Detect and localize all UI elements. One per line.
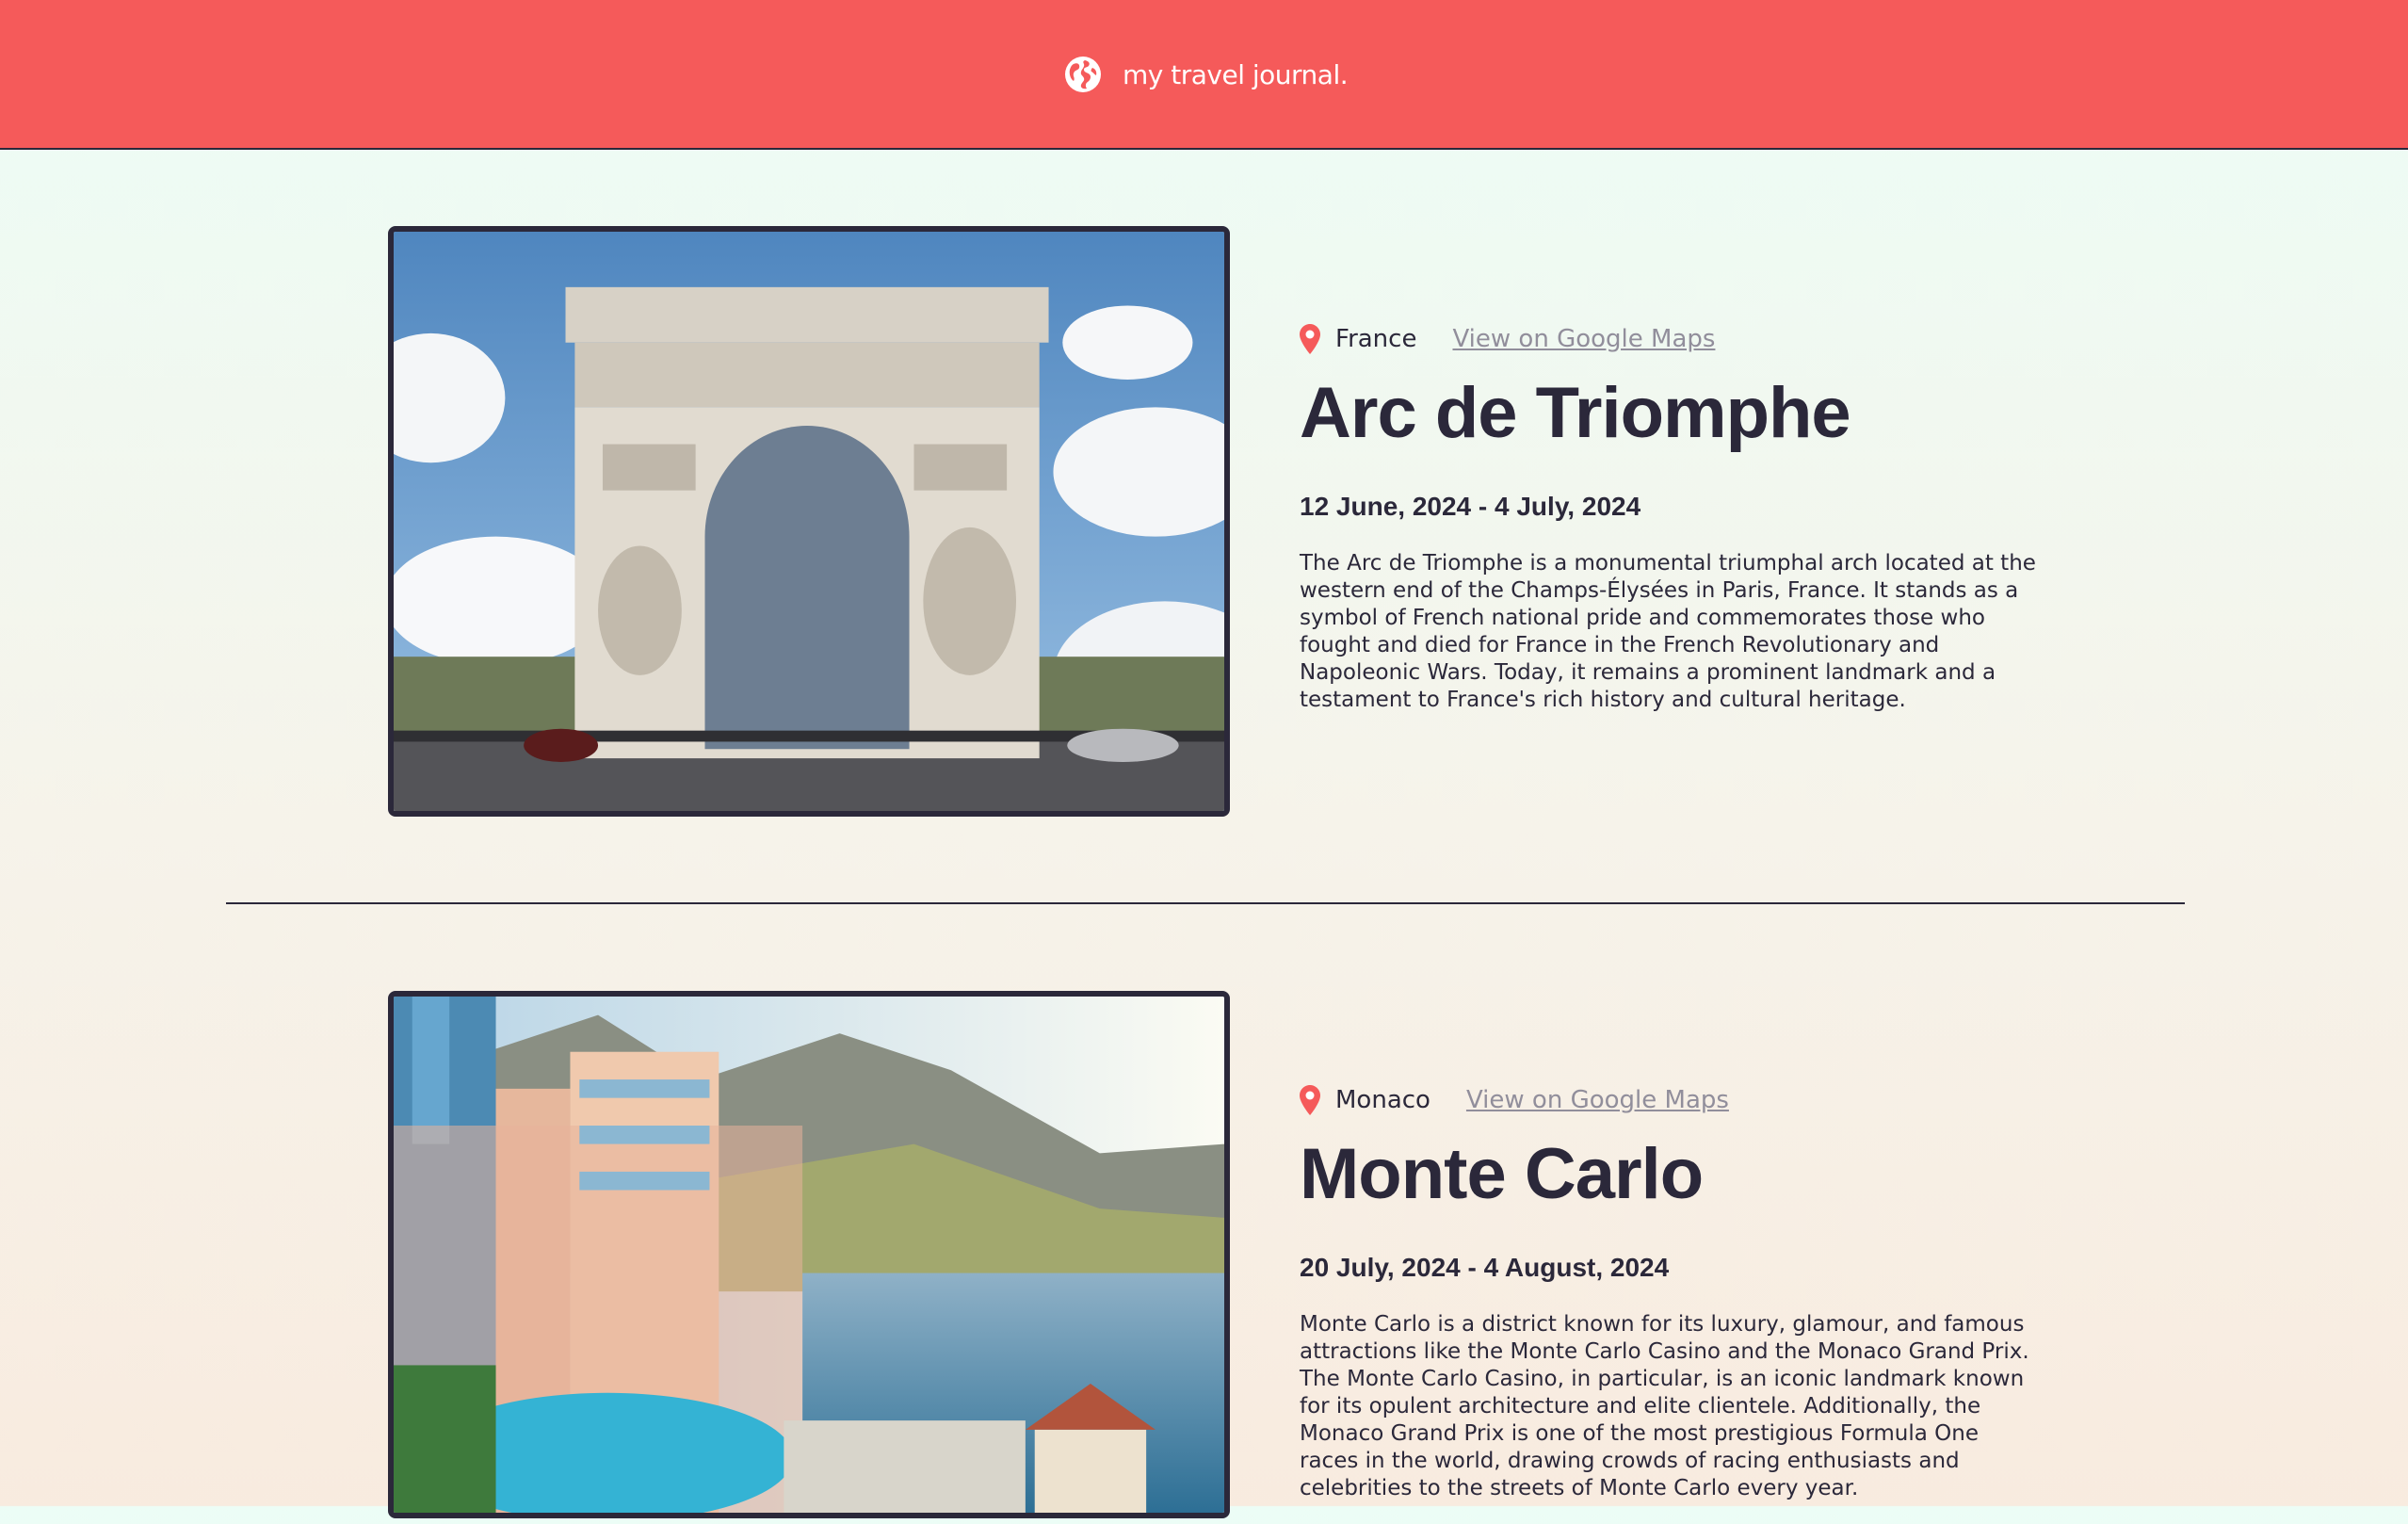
map-pin-icon xyxy=(1300,1085,1320,1115)
google-maps-link[interactable]: View on Google Maps xyxy=(1452,325,1715,353)
brand[interactable]: my travel journal. xyxy=(1064,53,1349,96)
globe-icon xyxy=(1065,57,1101,92)
entry-info: Monaco View on Google Maps Monte Carlo 2… xyxy=(1300,1081,2034,1524)
entry-location: Monaco xyxy=(1335,1086,1430,1114)
entry-location: France xyxy=(1335,325,1417,353)
monte-carlo-image xyxy=(394,997,1224,1513)
app-title: my travel journal. xyxy=(1123,58,1349,90)
entry-description: Monte Carlo is a district known for its … xyxy=(1300,1312,2029,1500)
entry-title: Arc de Triomphe xyxy=(1300,373,1851,453)
arc-de-triomphe-image xyxy=(394,232,1224,811)
location-row: Monaco View on Google Maps xyxy=(1300,1081,2034,1119)
google-maps-link[interactable]: View on Google Maps xyxy=(1466,1086,1729,1114)
entry-dates: 20 July, 2024 - 4 August, 2024 xyxy=(1300,1253,1670,1282)
entry-photo xyxy=(388,991,1230,1518)
app-header: my travel journal. xyxy=(0,0,2408,150)
entry-info: France View on Google Maps Arc de Triomp… xyxy=(1300,320,2036,736)
location-row: France View on Google Maps xyxy=(1300,320,2034,358)
entry-photo xyxy=(388,226,1230,817)
entry-dates: 12 June, 2024 - 4 July, 2024 xyxy=(1300,492,1641,521)
map-pin-icon xyxy=(1300,324,1320,354)
entry-divider xyxy=(226,902,2185,904)
entry-title: Monte Carlo xyxy=(1300,1134,1704,1214)
entry-description: The Arc de Triomphe is a monumental triu… xyxy=(1300,551,2036,712)
